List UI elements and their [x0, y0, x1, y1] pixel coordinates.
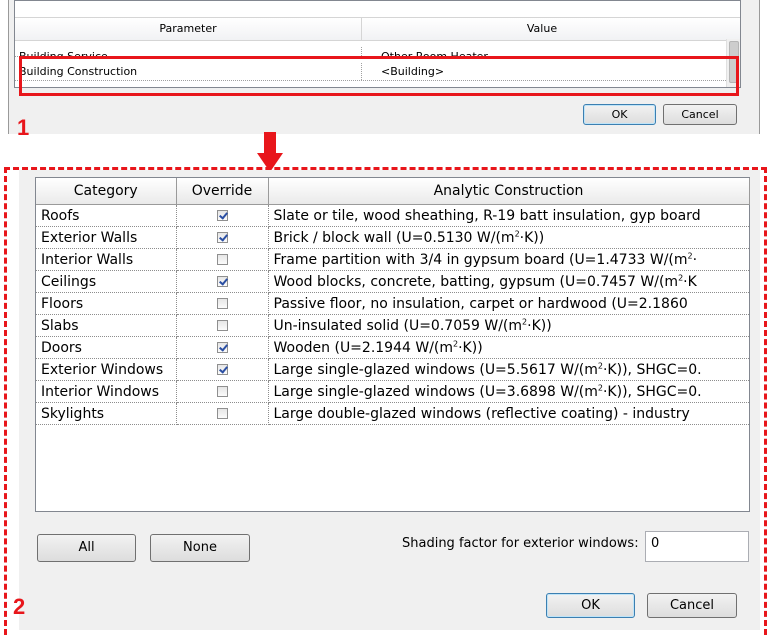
category-cell: Exterior Windows: [36, 358, 177, 381]
step-2-label: 2: [13, 594, 26, 619]
override-checkbox[interactable]: [216, 364, 228, 375]
construction-cell[interactable]: Wooden (U=2.1944 W/(m2·K)): [268, 336, 749, 359]
parameter-grid-header: Parameter Value: [15, 17, 740, 41]
select-all-button[interactable]: All: [37, 534, 136, 562]
construction-table: Category Override Analytic Construction …: [35, 177, 750, 512]
table-row[interactable]: Slabs Un-insulated solid (U=0.7059 W/(m2…: [36, 314, 749, 337]
construction-cell[interactable]: Passive floor, no insulation, carpet or …: [268, 292, 749, 315]
override-checkbox[interactable]: [216, 276, 228, 287]
override-column-header[interactable]: Override: [175, 178, 269, 205]
table-row[interactable]: Roofs Slate or tile, wood sheathing, R-1…: [36, 204, 749, 227]
category-column-header[interactable]: Category: [36, 178, 177, 205]
construction-cell[interactable]: Frame partition with 3/4 in gypsum board…: [268, 248, 749, 271]
category-cell: Floors: [36, 292, 177, 315]
override-checkbox[interactable]: [216, 386, 228, 397]
construction-cell[interactable]: Large double-glazed windows (reflective …: [268, 402, 749, 425]
category-cell: Exterior Walls: [36, 226, 177, 249]
category-cell: Roofs: [36, 204, 177, 227]
step-1-label: 1: [17, 115, 30, 140]
override-checkbox[interactable]: [216, 298, 228, 309]
construction-cell[interactable]: Large single-glazed windows (U=5.5617 W/…: [268, 358, 749, 381]
construction-cell[interactable]: Un-insulated solid (U=0.7059 W/(m2·K)): [268, 314, 749, 337]
value-column-header[interactable]: Value: [362, 18, 722, 40]
construction-cell[interactable]: Slate or tile, wood sheathing, R-19 batt…: [268, 204, 749, 227]
category-cell: Slabs: [36, 314, 177, 337]
category-cell: Doors: [36, 336, 177, 359]
shading-factor-input[interactable]: 0: [645, 531, 749, 562]
table-row[interactable]: Exterior Walls Brick / block wall (U=0.5…: [36, 226, 749, 249]
override-checkbox[interactable]: [216, 254, 228, 265]
analytic-construction-column-header[interactable]: Analytic Construction: [267, 178, 750, 205]
ok-button[interactable]: OK: [583, 104, 656, 125]
override-checkbox[interactable]: [216, 232, 228, 243]
category-cell: Interior Walls: [36, 248, 177, 271]
override-checkbox[interactable]: [216, 210, 228, 221]
dialog-ok-button[interactable]: OK: [546, 593, 635, 618]
table-row[interactable]: Interior Walls Frame partition with 3/4 …: [36, 248, 749, 271]
down-arrow-icon: [257, 132, 283, 172]
shading-factor-label: Shading factor for exterior windows:: [402, 536, 639, 551]
table-row[interactable]: Skylights Large double-glazed windows (r…: [36, 402, 749, 425]
category-cell: Ceilings: [36, 270, 177, 293]
table-row[interactable]: Interior Windows Large single-glazed win…: [36, 380, 749, 403]
select-none-button[interactable]: None: [150, 534, 250, 562]
category-cell: Interior Windows: [36, 380, 177, 403]
construction-cell[interactable]: Large single-glazed windows (U=3.6898 W/…: [268, 380, 749, 403]
table-row[interactable]: Doors Wooden (U=2.1944 W/(m2·K)): [36, 336, 749, 359]
dialog-cancel-button[interactable]: Cancel: [647, 593, 737, 618]
override-checkbox[interactable]: [216, 320, 228, 331]
cancel-button[interactable]: Cancel: [663, 104, 737, 125]
construction-cell[interactable]: Wood blocks, concrete, batting, gypsum (…: [268, 270, 749, 293]
construction-cell[interactable]: Brick / block wall (U=0.5130 W/(m2·K)): [268, 226, 749, 249]
category-cell: Skylights: [36, 402, 177, 425]
table-row[interactable]: Exterior Windows Large single-glazed win…: [36, 358, 749, 381]
override-checkbox[interactable]: [216, 408, 228, 419]
table-row[interactable]: Floors Passive floor, no insulation, car…: [36, 292, 749, 315]
parameter-column-header[interactable]: Parameter: [15, 18, 362, 40]
override-checkbox[interactable]: [216, 342, 228, 353]
table-row[interactable]: Ceilings Wood blocks, concrete, batting,…: [36, 270, 749, 293]
highlight-box: [19, 56, 739, 96]
